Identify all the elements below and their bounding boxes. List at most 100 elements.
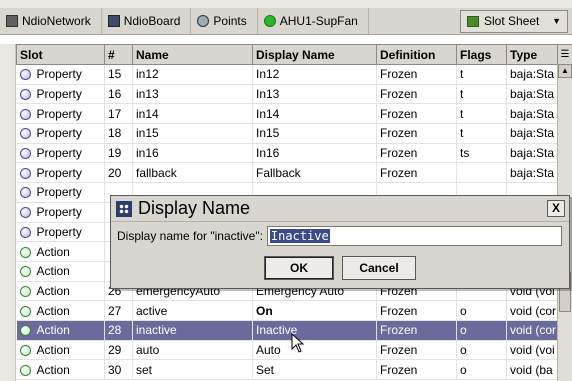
display-name-cell-text: In16 xyxy=(256,146,280,161)
table-row[interactable]: Property 19 in16 In16 Frozen ts baja:Sta xyxy=(16,143,572,164)
display-name-cell: In13 xyxy=(252,84,377,105)
network-icon xyxy=(6,15,18,27)
dialog-title-bar[interactable]: Display Name X xyxy=(111,196,569,222)
display-name-cell: On xyxy=(252,300,377,321)
definition-cell-text: Frozen xyxy=(380,165,418,180)
slot-name-cell: set xyxy=(132,359,253,380)
table-row[interactable]: Action 27 active On Frozen o void (cor xyxy=(16,300,572,321)
definition-cell-text: Frozen xyxy=(380,342,418,357)
display-name-cell-text: Set xyxy=(256,362,275,377)
type-cell-text: baja:Sta xyxy=(510,67,555,82)
display-name-cell-text: In12 xyxy=(256,67,280,82)
slot-cell-text: Property xyxy=(36,185,82,200)
slot-name-cell: in15 xyxy=(132,123,253,144)
column-chooser-icon[interactable]: ☰ xyxy=(557,44,572,65)
column-header-name[interactable]: Name xyxy=(132,44,253,65)
type-cell: void (voi xyxy=(506,340,558,361)
column-header-slot[interactable]: Slot xyxy=(16,44,105,65)
points-icon xyxy=(197,15,210,27)
slot-cell-text: Action xyxy=(36,244,70,259)
slot-number-cell-text: 27 xyxy=(108,303,122,318)
slot-number-cell-text: 20 xyxy=(108,165,122,180)
slot-number-cell-text: 18 xyxy=(108,126,122,141)
slot-number-cell: 17 xyxy=(104,103,133,125)
mouse-pointer-icon xyxy=(291,333,305,353)
breadcrumb-item-fan[interactable]: AHU1-SupFan xyxy=(258,8,369,34)
column-header-type[interactable]: Type xyxy=(506,44,558,65)
slot-name-cell: in13 xyxy=(132,84,253,105)
board-icon xyxy=(107,15,120,27)
slot-number-cell-text: 28 xyxy=(108,323,122,338)
slot-cell-text: Property xyxy=(36,146,82,161)
scroll-up-arrow-icon[interactable]: ▲ xyxy=(558,64,572,78)
slot-number-cell: 15 xyxy=(104,64,133,85)
display-name-cell: In16 xyxy=(252,143,377,164)
flags-cell: t xyxy=(456,64,507,85)
definition-cell: Frozen xyxy=(376,162,457,184)
type-cell-text: baja:Sta xyxy=(510,146,555,161)
slot-number-cell-text: 17 xyxy=(108,106,122,121)
slot-cell: Property xyxy=(16,222,105,243)
definition-cell-text: Frozen xyxy=(380,146,418,161)
column-header-definition[interactable]: Definition xyxy=(376,44,457,65)
type-cell: baja:Sta xyxy=(506,143,558,164)
slot-number-cell: 20 xyxy=(104,162,133,184)
column-header-display-name[interactable]: Display Name xyxy=(252,44,377,65)
definition-cell: Frozen xyxy=(376,143,457,164)
slot-name-cell-text: in15 xyxy=(136,126,159,141)
breadcrumb-item-points[interactable]: Points xyxy=(191,8,258,34)
type-cell: void (ba xyxy=(506,359,558,380)
slot-cell: Property xyxy=(16,123,105,144)
property-slot-icon xyxy=(19,167,31,179)
ok-button[interactable]: OK xyxy=(264,256,334,280)
flags-cell-text: t xyxy=(460,126,464,141)
property-slot-icon xyxy=(19,207,31,219)
flags-cell-text: t xyxy=(460,67,464,82)
slot-cell-text: Property xyxy=(36,165,82,180)
table-row[interactable]: Property 15 in12 In12 Frozen t baja:Sta xyxy=(16,64,572,85)
action-slot-icon xyxy=(19,305,31,317)
display-name-input-value[interactable]: Inactive xyxy=(269,229,330,243)
flags-cell xyxy=(456,162,507,184)
column-header-number[interactable]: # xyxy=(104,44,133,65)
type-cell: baja:Sta xyxy=(506,162,558,184)
cancel-button[interactable]: Cancel xyxy=(342,256,416,280)
definition-cell-text: Frozen xyxy=(380,323,418,338)
slot-number-cell: 28 xyxy=(104,320,133,341)
action-slot-icon xyxy=(19,325,31,337)
table-row[interactable]: Property 20 fallback Fallback Frozen baja:Sta xyxy=(16,162,572,184)
flags-cell: t xyxy=(456,84,507,105)
slot-cell: Action xyxy=(16,340,105,361)
slot-cell: Action xyxy=(16,241,105,262)
display-name-cell: In12 xyxy=(252,64,377,85)
slot-cell: Action xyxy=(16,300,105,321)
close-icon[interactable]: X xyxy=(547,200,565,217)
property-slot-icon xyxy=(19,187,31,199)
display-name-cell-text: Auto xyxy=(256,342,281,357)
table-row[interactable]: Property 17 in14 In14 Frozen t baja:Sta xyxy=(16,103,572,125)
property-slot-icon xyxy=(19,108,31,120)
table-row[interactable]: Action 30 set Set Frozen o void (ba xyxy=(16,359,572,380)
flags-cell-text: t xyxy=(460,87,464,102)
display-name-input[interactable]: Inactive xyxy=(266,226,562,246)
action-slot-icon xyxy=(19,246,31,258)
type-cell: void (cor xyxy=(506,300,558,321)
column-header-flags[interactable]: Flags xyxy=(456,44,507,65)
slot-cell: Property xyxy=(16,202,105,223)
slot-name-cell-text: active xyxy=(136,303,168,318)
slot-name-cell: in12 xyxy=(132,64,253,85)
slot-name-cell: in16 xyxy=(132,143,253,164)
action-slot-icon xyxy=(19,344,31,356)
breadcrumb-item-network[interactable]: NdioNetwork xyxy=(0,8,102,34)
type-cell-text: baja:Sta xyxy=(510,126,555,141)
type-cell-text: void (cor xyxy=(510,303,557,318)
table-row[interactable]: Property 18 in15 In15 Frozen t baja:Sta xyxy=(16,123,572,144)
flags-cell: t xyxy=(456,123,507,144)
view-selector[interactable]: Slot Sheet ▼ xyxy=(460,9,568,33)
breadcrumb-item-board[interactable]: NdioBoard xyxy=(102,8,192,34)
table-row[interactable]: Property 16 in13 In13 Frozen t baja:Sta xyxy=(16,84,572,105)
status-ok-icon xyxy=(263,15,276,27)
slot-cell-text: Property xyxy=(36,106,82,121)
slot-name-cell-text: in12 xyxy=(136,67,159,82)
type-cell-text: baja:Sta xyxy=(510,87,555,102)
